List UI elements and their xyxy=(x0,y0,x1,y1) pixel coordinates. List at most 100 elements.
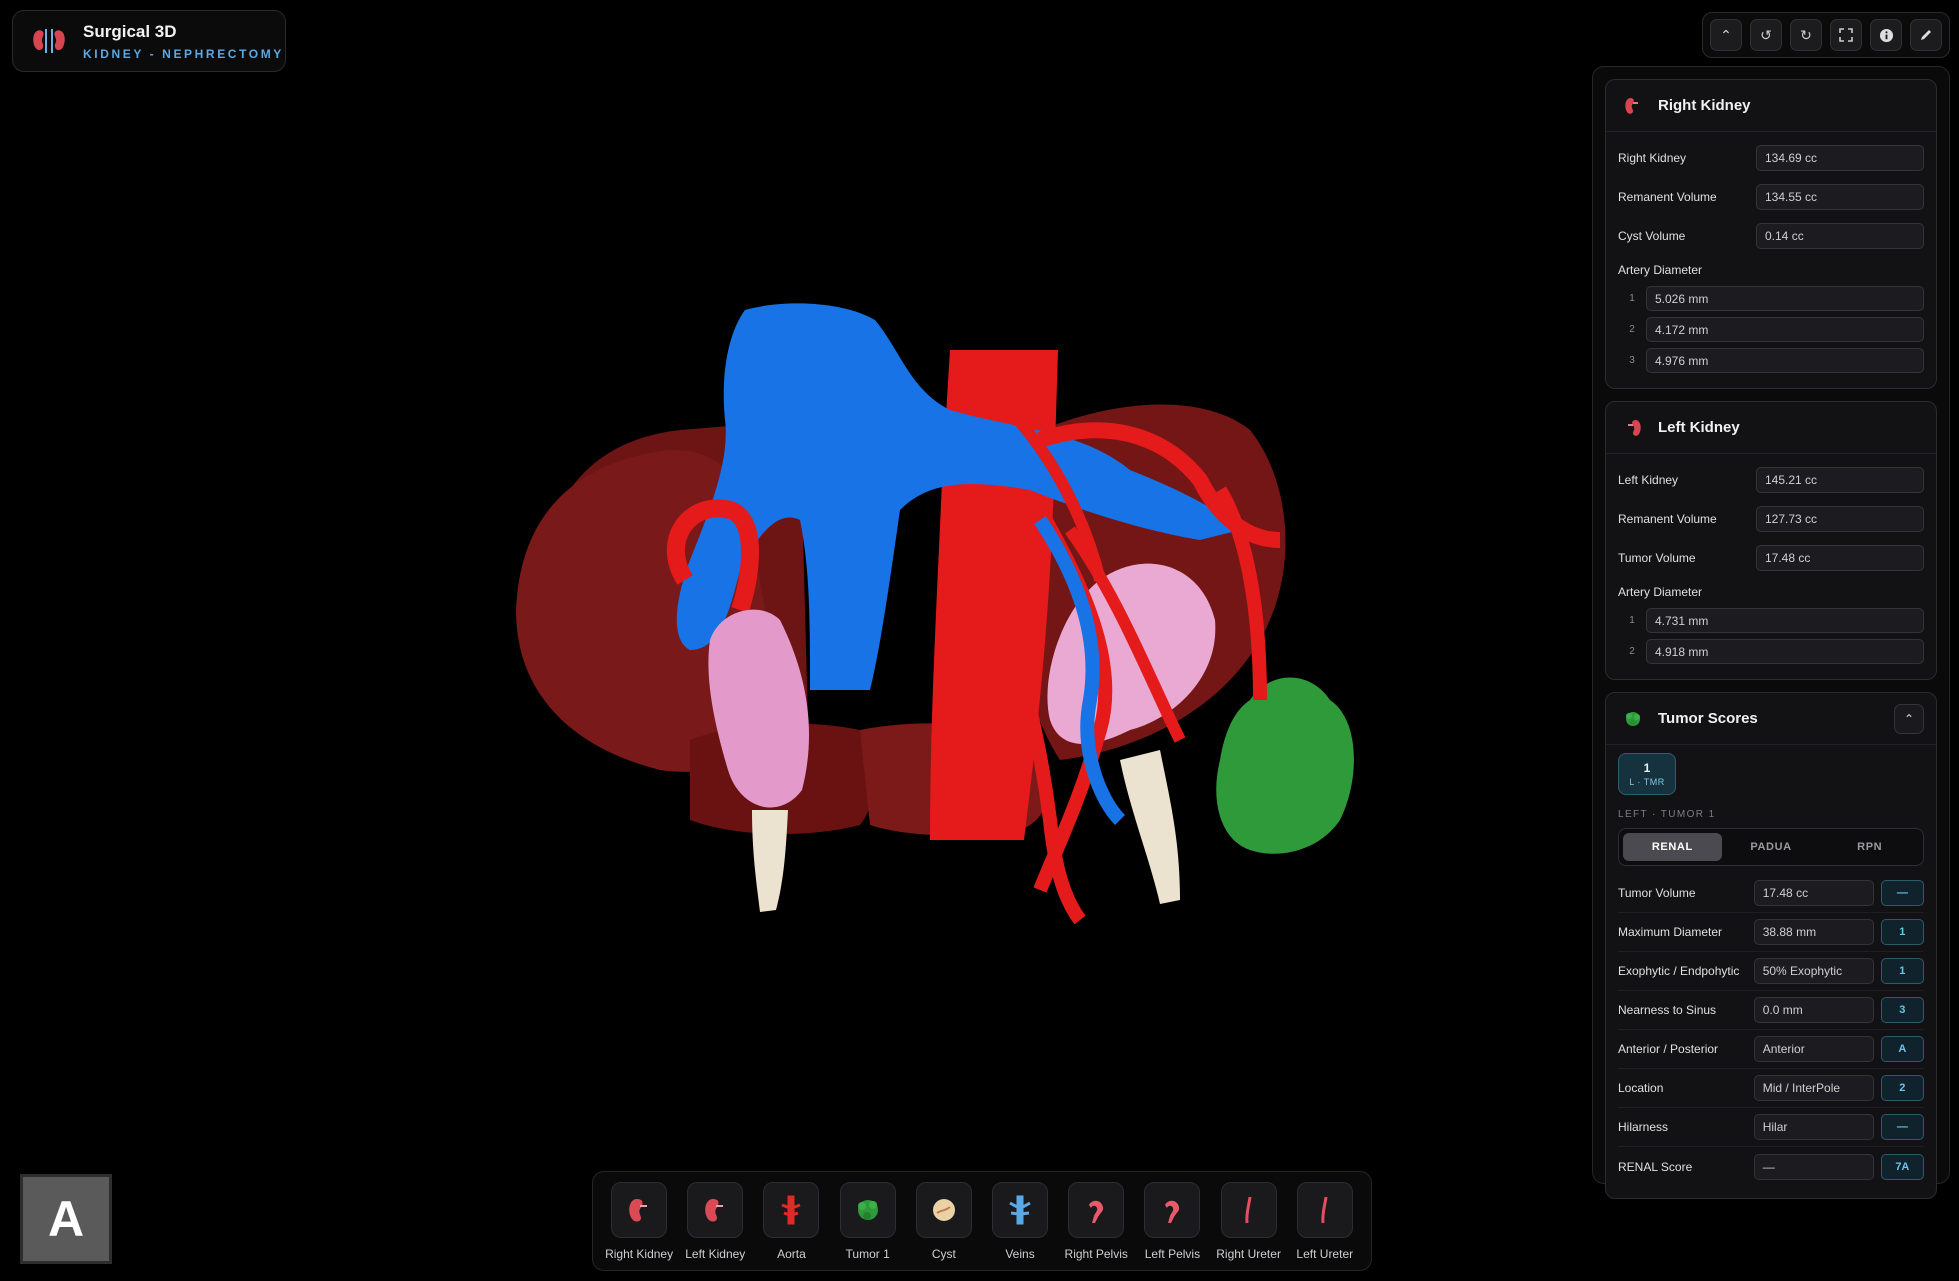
score-row: Hilarness Hilar — xyxy=(1618,1108,1924,1147)
tab-rpn[interactable]: RPN xyxy=(1820,833,1919,861)
right-ureter-mesh[interactable] xyxy=(752,810,788,912)
tab-renal[interactable]: RENAL xyxy=(1623,833,1722,861)
rotate-left-button[interactable]: ↺ xyxy=(1750,19,1782,51)
rk-row-remanent: Remanent Volume 134.55 cc xyxy=(1618,177,1924,216)
artery-index: 3 xyxy=(1629,355,1635,366)
rk-label: Right Kidney xyxy=(1618,150,1687,165)
artery-index: 1 xyxy=(1629,615,1635,626)
lk-artery-label: Artery Diameter xyxy=(1618,585,1703,599)
score-row: Location Mid / InterPole 2 xyxy=(1618,1069,1924,1108)
rotate-left-icon: ↺ xyxy=(1760,26,1772,43)
organ-toggle-cyst[interactable]: Cyst xyxy=(906,1181,982,1261)
rk-remanent-field: 134.55 cc xyxy=(1756,183,1924,210)
artery-index: 1 xyxy=(1629,293,1635,304)
pelvis-icon xyxy=(1068,1181,1125,1238)
score-row-value: 50% Exophytic xyxy=(1753,958,1874,984)
left-kidney-card: Left Kidney Left Kidney 145.21 cc Remanen… xyxy=(1605,401,1937,680)
score-row-label: Nearness to Sinus xyxy=(1618,1003,1717,1017)
artery-diameter-field: 5.026 mm xyxy=(1646,286,1924,311)
lk-volume-field: 145.21 cc xyxy=(1756,466,1924,493)
organ-toggle-right-ureter[interactable]: Right Ureter xyxy=(1211,1181,1287,1261)
lk-row-volume: Left Kidney 145.21 cc xyxy=(1618,460,1924,499)
tumor-scores-card: Tumor Scores ⌃ 1 L · TMR LEFT · TUMOR 1 … xyxy=(1605,692,1937,1199)
tab-padua[interactable]: PADUA xyxy=(1722,833,1821,861)
tumor-selector-chip[interactable]: 1 L · TMR xyxy=(1618,753,1676,795)
tumor-scores-title: Tumor Scores xyxy=(1658,710,1758,727)
score-row: Maximum Diameter 38.88 mm 1 xyxy=(1618,913,1924,952)
organ-label: Tumor 1 xyxy=(845,1246,890,1261)
organ-toggle-right-pelvis[interactable]: Right Pelvis xyxy=(1058,1181,1134,1261)
left-ureter-mesh[interactable] xyxy=(1120,750,1180,904)
organ-label: Right Kidney xyxy=(605,1246,674,1261)
tumor-scores-header: Tumor Scores ⌃ xyxy=(1606,693,1936,745)
edit-button[interactable] xyxy=(1910,19,1942,51)
rk-volume-field: 134.69 cc xyxy=(1756,144,1924,171)
collapse-tumor-scores-button[interactable]: ⌃ xyxy=(1894,703,1924,734)
fullscreen-button[interactable] xyxy=(1830,19,1862,51)
right-kidney-header: Right Kidney xyxy=(1606,80,1936,132)
organ-toggle-left-ureter[interactable]: Left Ureter xyxy=(1287,1181,1363,1261)
rk-artery-row: 1 5.026 mm xyxy=(1618,283,1924,314)
organ-toggle-right-kidney[interactable]: Right Kidney xyxy=(601,1181,677,1261)
score-row-points: 1 xyxy=(1880,958,1924,984)
score-row-points: 1 xyxy=(1880,919,1924,945)
score-row-label: Hilarness xyxy=(1618,1120,1669,1134)
info-icon xyxy=(1879,28,1893,42)
lk-row-remanent: Remanent Volume 127.73 cc xyxy=(1618,499,1924,538)
right-kidney-card: Right Kidney Right Kidney 134.69 cc Reman… xyxy=(1605,79,1937,389)
organ-toggle-tumor-1[interactable]: Tumor 1 xyxy=(830,1181,906,1261)
app-title: Surgical 3D xyxy=(83,21,177,41)
organ-label: Cyst xyxy=(931,1246,956,1261)
pelvis-icon xyxy=(1144,1181,1201,1238)
score-tabs: RENAL PADUA RPN xyxy=(1618,828,1924,866)
artery-index: 2 xyxy=(1629,646,1635,657)
organ-toggle-veins[interactable]: Veins xyxy=(982,1181,1058,1261)
organ-toggle-left-kidney[interactable]: Left Kidney xyxy=(677,1181,753,1261)
pencil-icon xyxy=(1921,30,1931,40)
rotate-right-button[interactable]: ↻ xyxy=(1790,19,1822,51)
organ-label: Veins xyxy=(1005,1246,1035,1261)
artery-diameter-field: 4.731 mm xyxy=(1646,608,1924,633)
lk-artery-row: 2 4.918 mm xyxy=(1618,636,1924,667)
score-row-value: Hilar xyxy=(1753,1114,1874,1140)
score-row-value: — xyxy=(1753,1153,1874,1180)
score-row-value: 0.0 mm xyxy=(1753,997,1874,1023)
measurements-panel: Right Kidney Right Kidney 134.69 cc Reman… xyxy=(1592,66,1950,1199)
organ-label: Left Ureter xyxy=(1296,1246,1354,1261)
kidney-icon xyxy=(1625,97,1638,114)
tumor-chip-label: L · TMR xyxy=(1629,777,1665,787)
view-badge[interactable]: A xyxy=(20,1174,112,1264)
score-rows: Tumor Volume 17.48 cc — Maximum Diameter 38.… xyxy=(1618,874,1924,1186)
left-kidney-header: Left Kidney xyxy=(1606,402,1936,454)
organ-toggle-aorta[interactable]: Aorta xyxy=(753,1181,829,1261)
score-row: RENAL Score —7A xyxy=(1618,1147,1924,1186)
organ-label: Left Pelvis xyxy=(1144,1246,1201,1261)
lk-label: Left Kidney xyxy=(1618,472,1679,487)
tumor-subtitle: LEFT · TUMOR 1 xyxy=(1618,809,1716,820)
tumor-chip-number: 1 xyxy=(1643,761,1651,775)
score-row-value: 38.88 mm xyxy=(1753,919,1874,945)
artery-diameter-field: 4.976 mm xyxy=(1646,348,1924,373)
artery-diameter-field: 4.918 mm xyxy=(1646,639,1924,664)
anatomy-3d-viewport[interactable] xyxy=(480,280,1460,1020)
fullscreen-icon xyxy=(1839,28,1853,42)
rk-artery-row: 3 4.976 mm xyxy=(1618,345,1924,376)
info-button[interactable] xyxy=(1870,19,1902,51)
score-row-points: A xyxy=(1880,1036,1924,1062)
lk-row-tumor: Tumor Volume 17.48 cc xyxy=(1618,538,1924,577)
collapse-up-button[interactable]: ⌃ xyxy=(1710,19,1742,51)
tumor-mesh[interactable] xyxy=(1216,677,1354,854)
score-row-label: Anterior / Posterior xyxy=(1618,1042,1719,1056)
kidney-icon xyxy=(687,1181,744,1238)
rk-row-cyst: Cyst Volume 0.14 cc xyxy=(1618,216,1924,255)
lk-label: Tumor Volume xyxy=(1618,550,1696,565)
rk-label: Cyst Volume xyxy=(1618,228,1686,243)
chevron-up-icon: ⌃ xyxy=(1903,711,1915,726)
kidney-icon xyxy=(611,1181,668,1238)
score-row: Anterior / Posterior Anterior A xyxy=(1618,1030,1924,1069)
rotate-right-icon: ↻ xyxy=(1800,26,1812,43)
score-row-value: 17.48 cc xyxy=(1753,880,1874,906)
organ-toggle-left-pelvis[interactable]: Left Pelvis xyxy=(1134,1181,1210,1261)
kidney-icon xyxy=(1628,419,1641,436)
score-row-label: Maximum Diameter xyxy=(1618,925,1723,939)
